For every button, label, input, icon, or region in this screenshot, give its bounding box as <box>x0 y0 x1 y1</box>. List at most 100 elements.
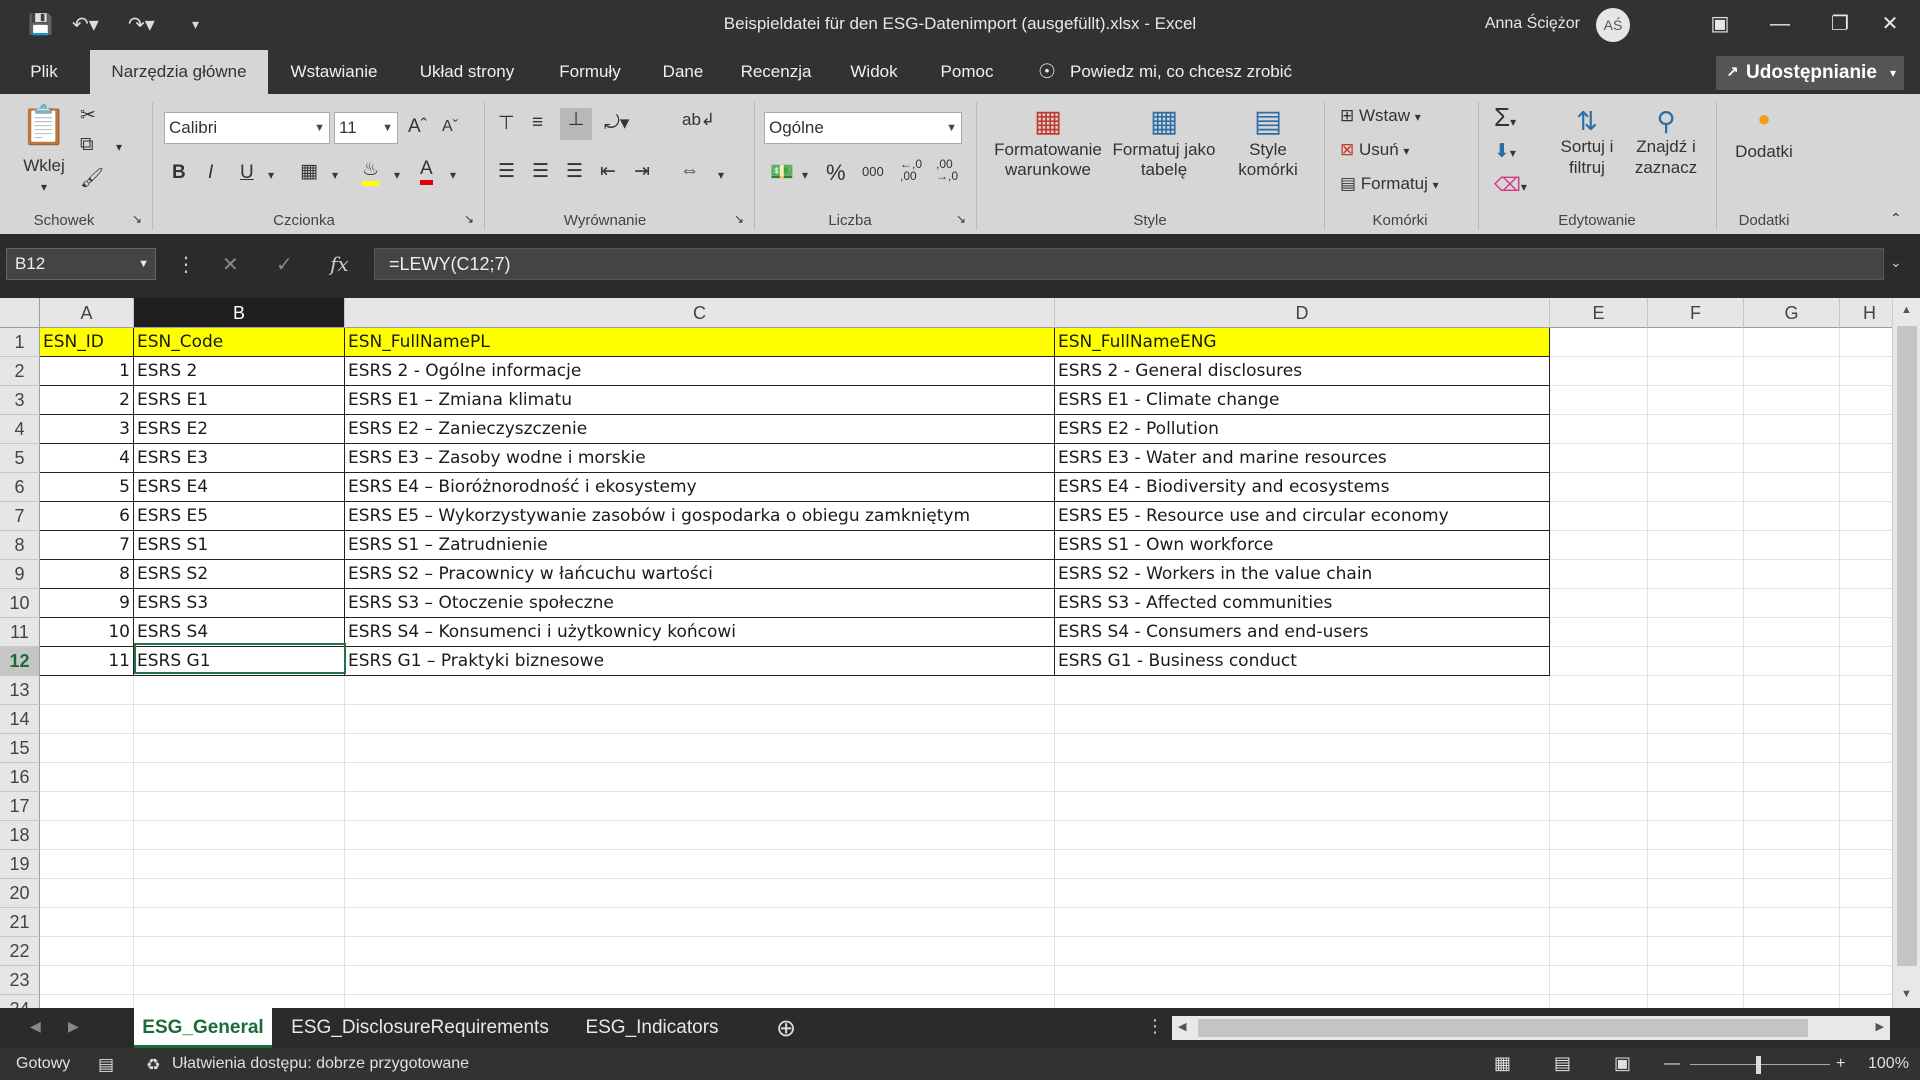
cell-styles-button[interactable]: ▤ Style komórki <box>1220 104 1316 181</box>
table-cell[interactable] <box>1550 850 1648 879</box>
table-cell[interactable] <box>1840 502 1900 531</box>
column-header-d[interactable]: D <box>1055 298 1550 328</box>
row-header[interactable]: 12 <box>0 647 40 676</box>
table-cell[interactable] <box>1840 705 1900 734</box>
align-middle-icon[interactable]: ≡ <box>532 112 543 134</box>
table-cell[interactable] <box>1550 502 1648 531</box>
table-cell[interactable] <box>1744 357 1840 386</box>
row-header[interactable]: 22 <box>0 937 40 966</box>
prev-sheet-icon[interactable]: ◀ <box>30 1018 41 1035</box>
table-cell[interactable]: ESRS E5 – Wykorzystywanie zasobów i gosp… <box>345 502 1055 531</box>
align-center-icon[interactable]: ☰ <box>532 160 549 183</box>
horizontal-scrollbar[interactable]: ◀ ▶ <box>1172 1016 1890 1040</box>
table-cell[interactable] <box>1744 676 1840 705</box>
table-cell[interactable]: 8 <box>40 560 134 589</box>
table-cell[interactable]: 7 <box>40 531 134 560</box>
decrease-font-icon[interactable]: Aˇ <box>442 118 458 136</box>
scroll-up-icon[interactable]: ▲ <box>1901 304 1912 316</box>
row-header[interactable]: 5 <box>0 444 40 473</box>
dialog-launcher-icon[interactable]: ↘ <box>956 212 966 226</box>
font-name-select[interactable]: Calibri ▼ <box>164 112 330 144</box>
table-cell[interactable]: ESRS E4 <box>134 473 345 502</box>
orientation-icon[interactable]: ⤾▾ <box>604 112 629 135</box>
table-cell[interactable] <box>1744 705 1840 734</box>
borders-dropdown-icon[interactable]: ▾ <box>332 168 338 182</box>
table-cell[interactable] <box>1550 792 1648 821</box>
insert-function-icon[interactable]: fx <box>330 252 349 276</box>
table-cell[interactable] <box>1648 647 1744 676</box>
table-cell[interactable] <box>134 908 345 937</box>
table-cell[interactable] <box>1840 647 1900 676</box>
table-cell[interactable] <box>40 995 134 1008</box>
table-cell[interactable]: ESRS E5 <box>134 502 345 531</box>
addins-button[interactable]: ● Dodatki <box>1724 106 1804 163</box>
table-cell[interactable] <box>1648 328 1744 357</box>
table-cell[interactable]: 6 <box>40 502 134 531</box>
table-cell[interactable]: ESN_FullNamePL <box>345 328 1055 357</box>
tab-insert[interactable]: Wstawianie <box>276 50 392 94</box>
table-cell[interactable] <box>1648 618 1744 647</box>
sheet-tab-indicators[interactable]: ESG_Indicators <box>568 1008 736 1048</box>
decrease-indent-icon[interactable]: ⇤ <box>600 160 616 183</box>
table-cell[interactable] <box>1840 415 1900 444</box>
table-cell[interactable] <box>134 879 345 908</box>
table-cell[interactable]: ESRS 2 <box>134 357 345 386</box>
table-cell[interactable] <box>1648 879 1744 908</box>
copy-dropdown-icon[interactable]: ▾ <box>116 140 122 154</box>
italic-button[interactable]: I <box>208 162 213 184</box>
wrap-text-icon[interactable]: ab↲ <box>682 110 715 130</box>
table-cell[interactable] <box>345 937 1055 966</box>
table-cell[interactable]: 4 <box>40 444 134 473</box>
row-header[interactable]: 17 <box>0 792 40 821</box>
row-header[interactable]: 13 <box>0 676 40 705</box>
table-cell[interactable] <box>1744 618 1840 647</box>
align-right-icon[interactable]: ☰ <box>566 160 583 183</box>
table-cell[interactable]: ESRS S1 <box>134 531 345 560</box>
row-header[interactable]: 3 <box>0 386 40 415</box>
table-cell[interactable]: ESRS S2 – Pracownicy w łańcuchu wartości <box>345 560 1055 589</box>
table-cell[interactable] <box>1744 444 1840 473</box>
table-cell[interactable] <box>1744 966 1840 995</box>
table-cell[interactable]: 10 <box>40 618 134 647</box>
vertical-scroll-thumb[interactable] <box>1897 326 1917 966</box>
table-cell[interactable] <box>1840 821 1900 850</box>
row-header[interactable]: 24 <box>0 995 40 1008</box>
table-cell[interactable] <box>1055 966 1550 995</box>
table-cell[interactable] <box>1055 821 1550 850</box>
table-cell[interactable] <box>1648 734 1744 763</box>
table-cell[interactable] <box>1550 386 1648 415</box>
table-cell[interactable] <box>1550 821 1648 850</box>
row-header[interactable]: 15 <box>0 734 40 763</box>
table-cell[interactable] <box>1648 966 1744 995</box>
merge-center-icon[interactable]: ⇔ <box>680 160 699 182</box>
table-cell[interactable] <box>1840 937 1900 966</box>
table-cell[interactable] <box>40 850 134 879</box>
page-break-view-icon[interactable]: ▣ <box>1614 1053 1631 1074</box>
table-cell[interactable]: ESN_FullNameENG <box>1055 328 1550 357</box>
collapse-ribbon-icon[interactable]: ⌃ <box>1890 210 1902 227</box>
fill-color-icon[interactable]: ♨ <box>362 158 380 186</box>
table-cell[interactable] <box>1840 966 1900 995</box>
table-cell[interactable] <box>1550 937 1648 966</box>
table-cell[interactable] <box>1550 560 1648 589</box>
clipboard-icon[interactable]: 📋 <box>16 104 72 150</box>
table-cell[interactable] <box>1648 937 1744 966</box>
table-cell[interactable] <box>1055 995 1550 1008</box>
table-cell[interactable] <box>1550 705 1648 734</box>
name-box[interactable]: B12 ▼ <box>6 248 156 280</box>
table-cell[interactable] <box>134 966 345 995</box>
table-cell[interactable]: ESN_ID <box>40 328 134 357</box>
table-cell[interactable]: ESRS S4 <box>134 618 345 647</box>
paste-dropdown-icon[interactable]: ▾ <box>36 180 52 194</box>
row-header[interactable]: 11 <box>0 618 40 647</box>
table-cell[interactable] <box>1648 763 1744 792</box>
table-cell[interactable] <box>1055 879 1550 908</box>
table-cell[interactable] <box>1550 763 1648 792</box>
table-cell[interactable] <box>1550 589 1648 618</box>
table-cell[interactable] <box>345 995 1055 1008</box>
increase-decimal-icon[interactable]: ←,0,00 <box>900 158 922 182</box>
row-header[interactable]: 19 <box>0 850 40 879</box>
tab-data[interactable]: Dane <box>648 50 718 94</box>
table-cell[interactable]: ESRS S4 - Consumers and end-users <box>1055 618 1550 647</box>
sort-filter-button[interactable]: ⇅ Sortuj i filtruj <box>1552 106 1622 178</box>
